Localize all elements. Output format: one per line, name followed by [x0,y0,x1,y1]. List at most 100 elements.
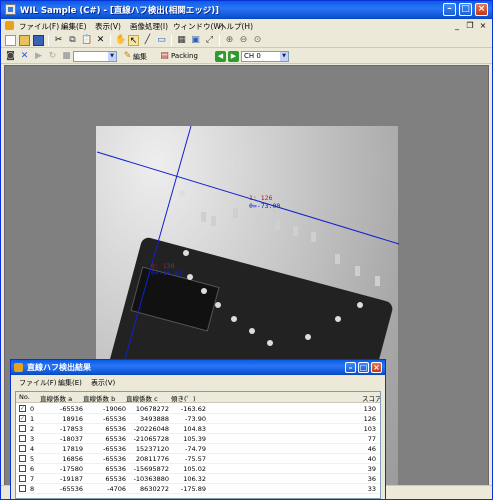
mdi-restore-button[interactable]: ❐ [465,21,475,30]
column-header-b[interactable]: 直線係数 b [83,393,115,403]
result-menu-file[interactable]: ファイル(F) [19,378,57,388]
title-bar[interactable]: WIL Sample (C#) - [直線ハフ検出(相関エッジ)] – □ × [1,1,492,19]
result-menu-bar: ファイル(F) 編集(E) 表示(V) [11,376,385,389]
play-icon[interactable]: ▶ [33,51,44,62]
cell-b: -65536 [102,445,126,453]
cell-a: 18916 [62,415,83,423]
table-row[interactable]: 4 17819 -65536 15237120 -74.79 46 [16,444,380,454]
row-checkbox[interactable]: ✓ [19,405,26,412]
save-icon[interactable] [33,35,44,46]
table-row[interactable]: 6 -17580 65536 -15695872 105.02 39 [16,464,380,474]
row-checkbox[interactable] [19,425,26,432]
cell-a: 17819 [62,445,83,453]
table-row[interactable]: 2 -17853 65536 -20226048 104.83 103 [16,424,380,434]
delete-icon[interactable]: ✕ [95,35,106,46]
cell-no: 5 [30,455,35,463]
row-checkbox[interactable] [19,465,26,472]
image-toolbar: ◙ ✕ ▶ ↻ ■ ▼ ✎ 編集 ▤ Packing ◀ ▶ CH 0 ▼ [1,49,492,64]
new-file-icon[interactable] [5,35,16,46]
row-checkbox[interactable] [19,435,26,442]
capture-icon[interactable]: ◙ [5,51,16,62]
result-menu-edit[interactable]: 編集(E) [58,378,82,388]
cell-c: 10678272 [135,405,169,413]
row-checkbox[interactable]: ✓ [19,415,26,422]
cell-c: -10363880 [133,475,169,483]
menu-file[interactable]: ファイル(F) [19,21,59,32]
table-row[interactable]: 8 -65536 -4706 8630272 -175.89 33 [16,484,380,494]
paste-icon[interactable]: 📋 [81,35,92,46]
edit-label[interactable]: 編集 [133,52,147,62]
zoom-fit-icon[interactable]: ⊙ [252,35,263,46]
channel-combo[interactable]: CH 0 ▼ [241,51,289,62]
table-row[interactable]: ✓ 0 -65536 -19060 10678272 -163.62 130 [16,404,380,414]
result-window-icon [14,363,23,372]
window-icon[interactable]: ▣ [190,35,201,46]
zoom-tool-icon[interactable]: ⤢ [204,35,215,46]
mdi-minimize-button[interactable]: _ [452,21,462,30]
result-minimize-button[interactable]: – [345,362,356,373]
column-header-slope[interactable]: 傾き(゜) [171,393,196,403]
row-checkbox[interactable] [19,455,26,462]
cell-score: 46 [367,445,376,453]
column-header-a[interactable]: 直線係数 a [40,393,72,403]
menu-image-processing[interactable]: 画像処理(I) [130,21,168,32]
cell-a: -65536 [59,485,83,493]
stop-icon[interactable]: ✕ [19,51,30,62]
zoom-out-icon[interactable]: ⊖ [238,35,249,46]
menu-bar: ファイル(F) 編集(E) 表示(V) 画像処理(I) ウィンドウ(W) ヘルプ… [1,19,492,33]
mdi-close-button[interactable]: × [478,21,488,30]
prev-channel-button[interactable]: ◀ [215,51,226,62]
maximize-button[interactable]: □ [459,3,472,16]
refresh-icon[interactable]: ↻ [47,51,58,62]
cell-a: -18037 [59,435,83,443]
line-tool-icon[interactable]: ╱ [142,35,153,46]
line-label-1-index: 1: 126 [249,194,273,202]
packing-label[interactable]: Packing [171,52,198,60]
edit-icon[interactable]: ✎ [122,51,133,62]
column-header-no[interactable]: No. [19,393,30,401]
chevron-down-icon: ▼ [108,52,116,61]
grid-icon[interactable]: ▦ [176,35,187,46]
row-checkbox[interactable] [19,485,26,492]
packing-icon[interactable]: ▤ [159,51,170,62]
menu-window[interactable]: ウィンドウ(W) [173,21,224,32]
open-folder-icon[interactable] [19,35,30,46]
table-row[interactable]: 3 -18037 65536 -21065728 105.39 77 [16,434,380,444]
hand-icon[interactable]: ✋ [115,35,126,46]
snapshot-icon[interactable]: ■ [61,51,72,62]
table-row[interactable]: 5 16856 -65536 20811776 -75.57 40 [16,454,380,464]
column-header-score[interactable]: スコア [362,393,380,403]
cell-score: 40 [367,455,376,463]
zoom-in-icon[interactable]: ⊕ [224,35,235,46]
rectangle-tool-icon[interactable]: ▭ [156,35,167,46]
row-checkbox[interactable] [19,445,26,452]
column-header-c[interactable]: 直線係数 c [126,393,158,403]
table-row[interactable]: ✓ 1 18916 -65536 3493888 -73.90 126 [16,414,380,424]
table-row[interactable]: 7 -19187 65536 -10363880 106.32 36 [16,474,380,484]
result-maximize-button[interactable]: □ [358,362,369,373]
toolbar-separator [219,35,220,46]
cut-icon[interactable]: ✂ [53,35,64,46]
mdi-child-icon[interactable] [5,21,14,30]
cell-slope: 105.02 [183,465,206,473]
pointer-icon[interactable]: ↖ [128,35,139,46]
cell-no: 0 [30,405,35,413]
cell-b: 65536 [105,465,126,473]
device-combo[interactable]: ▼ [73,51,117,62]
close-button[interactable]: × [475,3,488,16]
row-checkbox[interactable] [19,475,26,482]
result-title-bar[interactable]: 直線ハフ検出結果 – □ × [11,360,385,375]
minimize-button[interactable]: – [443,3,456,16]
result-close-button[interactable]: × [371,362,382,373]
copy-icon[interactable]: ⧉ [67,35,78,46]
menu-view[interactable]: 表示(V) [95,21,121,32]
main-toolbar: ✂ ⧉ 📋 ✕ ✋ ↖ ╱ ▭ ▦ ▣ ⤢ ⊕ ⊖ ⊙ [1,33,492,48]
menu-help[interactable]: ヘルプ(H) [219,21,253,32]
cell-no: 3 [30,435,35,443]
cell-score: 33 [367,485,376,493]
cell-score: 130 [363,405,376,413]
result-table[interactable]: No. 直線係数 a 直線係数 b 直線係数 c 傾き(゜) スコア ✓ 0 -65… [15,391,381,499]
menu-edit[interactable]: 編集(E) [61,21,87,32]
next-channel-button[interactable]: ▶ [228,51,239,62]
result-menu-view[interactable]: 表示(V) [91,378,115,388]
